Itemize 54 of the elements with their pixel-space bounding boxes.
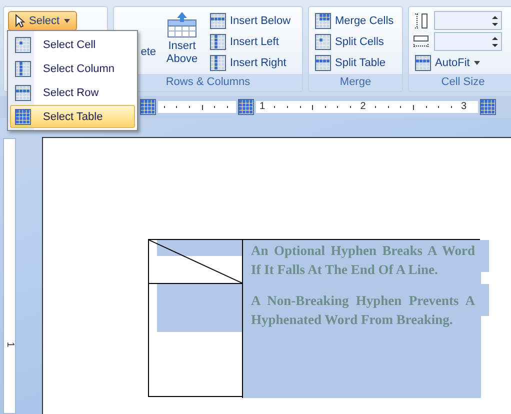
ruler-tick [188,106,190,108]
ruler-number: 2 [360,102,366,112]
ruler-tick [202,104,203,110]
spinner-icon [492,14,498,26]
insert-button[interactable]: Insert Below [208,10,293,31]
ruler-tick [226,106,228,108]
merge-button[interactable]: Split Cells [313,31,396,52]
insert-icon [210,12,226,28]
ruler-tick [350,106,351,108]
column-marker-icon [480,99,496,115]
merge-button[interactable]: Merge Cells [313,10,396,31]
column-marker-icon [140,99,156,115]
spinner-icon [492,36,498,48]
caret-icon [64,19,70,23]
table-grid-icon [315,34,331,50]
paragraph: A Non-Breaking Hyphen Prevents A Hyphenated Word From Breaking. [251,292,475,329]
cell-grid-icon [15,36,31,52]
table-grid-icon [15,108,31,124]
ruler-tick [214,106,216,108]
caret-icon [474,60,480,64]
ruler-tick [412,104,414,110]
ruler-tick [164,106,165,108]
insert-icon [210,34,226,50]
paragraph: An Optional Hyphen Breaks A Word If It Falls At The End Of A Line. [251,242,475,279]
insert-button[interactable]: Insert Left [208,31,293,52]
menu-item[interactable]: Select Table [10,105,135,128]
column-grid-icon [15,60,31,76]
height-field[interactable] [434,11,502,30]
ruler-tick [286,106,288,108]
insert-button[interactable]: Insert Right [208,52,293,73]
autofit-icon [415,54,431,70]
row-grid-icon [15,84,31,100]
table-grid-icon [315,12,331,28]
group-label: Merge [309,74,402,91]
ruler-number: 1 [4,342,15,348]
column-width-icon [413,34,429,50]
ruler-tick [438,106,440,108]
autofit-button[interactable]: AutoFit [413,52,502,73]
ruler-tick [312,104,314,110]
cursor-icon [15,14,25,28]
insert-above-button[interactable]: Insert Above [160,10,204,70]
column-marker-icon [238,99,254,115]
insert-above-icon [167,12,197,38]
group-label: Cell Size [409,74,511,91]
ruler-number: 3 [461,102,467,112]
select-button[interactable]: Select [8,11,77,31]
ruler-tick [324,106,326,108]
ruler-tick [375,106,376,108]
row-height-icon [413,12,429,28]
width-field[interactable] [434,32,502,51]
merge-button[interactable]: Split Table [313,52,396,73]
ruler-number: 1 [260,102,266,112]
table-grid-icon [315,54,331,70]
insert-icon [210,54,226,70]
